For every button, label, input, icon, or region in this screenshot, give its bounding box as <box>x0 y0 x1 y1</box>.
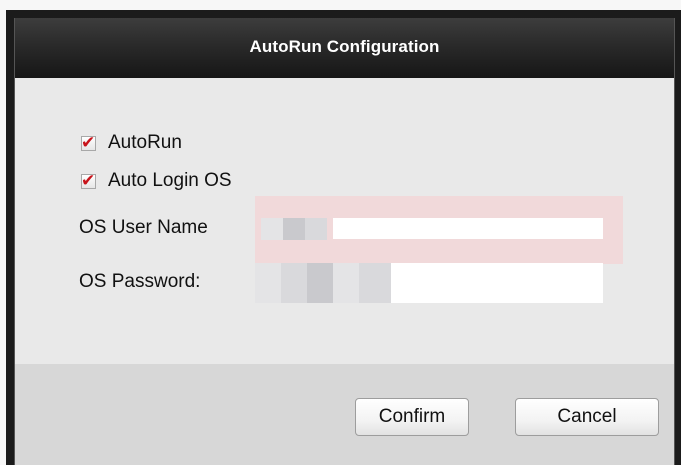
checkmark-icon: ✔ <box>81 170 96 190</box>
username-input[interactable] <box>333 218 603 239</box>
autorun-label: AutoRun <box>108 132 182 153</box>
checkmark-icon: ✔ <box>81 132 96 152</box>
redacted-block <box>305 218 327 240</box>
redacted-block <box>333 263 359 303</box>
redacted-block <box>283 218 305 240</box>
password-input[interactable] <box>391 263 603 303</box>
username-label: OS User Name <box>79 217 208 238</box>
confirm-button[interactable]: Confirm <box>355 398 469 436</box>
redacted-block <box>281 263 307 303</box>
auto-login-checkbox[interactable]: ✔ <box>81 171 96 190</box>
cancel-button[interactable]: Cancel <box>515 398 659 436</box>
auto-login-label: Auto Login OS <box>108 170 232 191</box>
autorun-option[interactable]: ✔ AutoRun <box>81 132 182 154</box>
redacted-block <box>261 218 283 240</box>
redacted-block <box>359 263 391 303</box>
redacted-block <box>255 263 281 303</box>
dialog-title: AutoRun Configuration <box>15 18 674 78</box>
autorun-checkbox[interactable]: ✔ <box>81 133 96 152</box>
password-label: OS Password: <box>79 271 201 292</box>
redacted-block <box>307 263 333 303</box>
auto-login-option[interactable]: ✔ Auto Login OS <box>81 170 232 192</box>
autorun-configuration-dialog: AutoRun Configuration ✔ AutoRun ✔ Auto L… <box>14 18 675 465</box>
